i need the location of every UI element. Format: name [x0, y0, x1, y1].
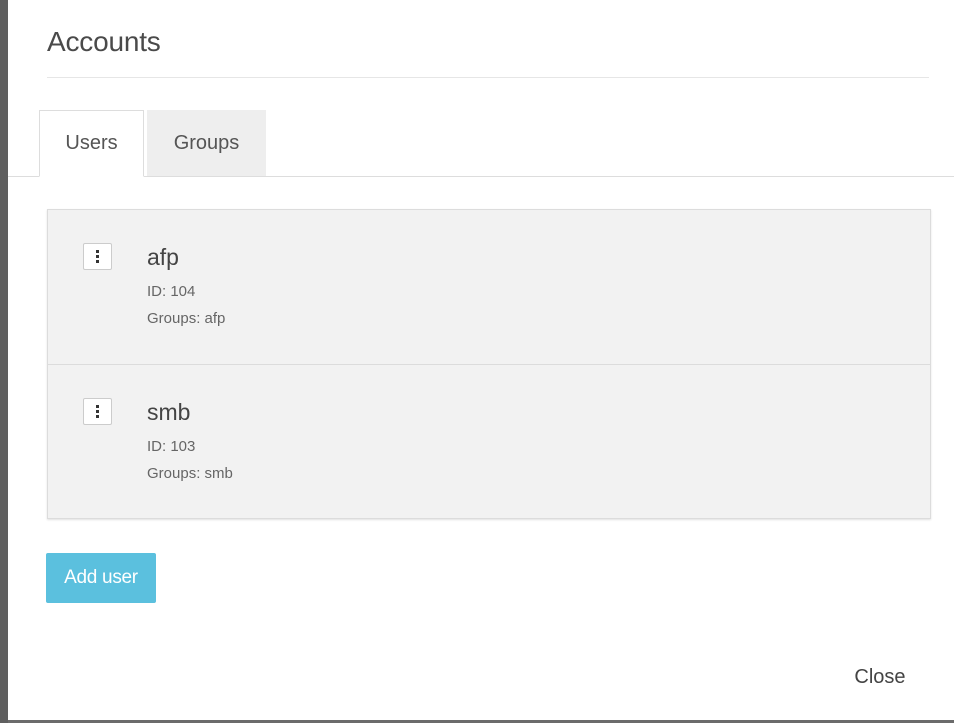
add-user-button[interactable]: Add user [46, 553, 156, 603]
user-id: ID: 104 [147, 283, 196, 300]
user-name: afp [147, 244, 179, 270]
user-id: ID: 103 [147, 438, 196, 455]
window-left-border [0, 0, 8, 723]
user-menu-button[interactable] [83, 243, 112, 270]
title-divider [47, 77, 929, 78]
close-button[interactable]: Close [842, 662, 918, 692]
user-row-smb: smb ID: 103 Groups: smb [48, 364, 930, 518]
user-menu-button[interactable] [83, 398, 112, 425]
tab-groups[interactable]: Groups [147, 110, 266, 176]
user-list: afp ID: 104 Groups: afp smb ID: 103 Grou… [47, 209, 931, 519]
user-groups: Groups: smb [147, 465, 233, 482]
dialog-title: Accounts [47, 26, 161, 57]
tab-users[interactable]: Users [39, 110, 144, 177]
user-groups: Groups: afp [147, 310, 226, 327]
kebab-menu-icon [96, 405, 99, 418]
kebab-menu-icon [96, 250, 99, 263]
user-row-afp: afp ID: 104 Groups: afp [48, 210, 930, 364]
accounts-dialog: Accounts Users Groups afp ID: 104 Groups… [0, 0, 954, 723]
tabs-divider [8, 176, 954, 177]
user-name: smb [147, 399, 191, 425]
